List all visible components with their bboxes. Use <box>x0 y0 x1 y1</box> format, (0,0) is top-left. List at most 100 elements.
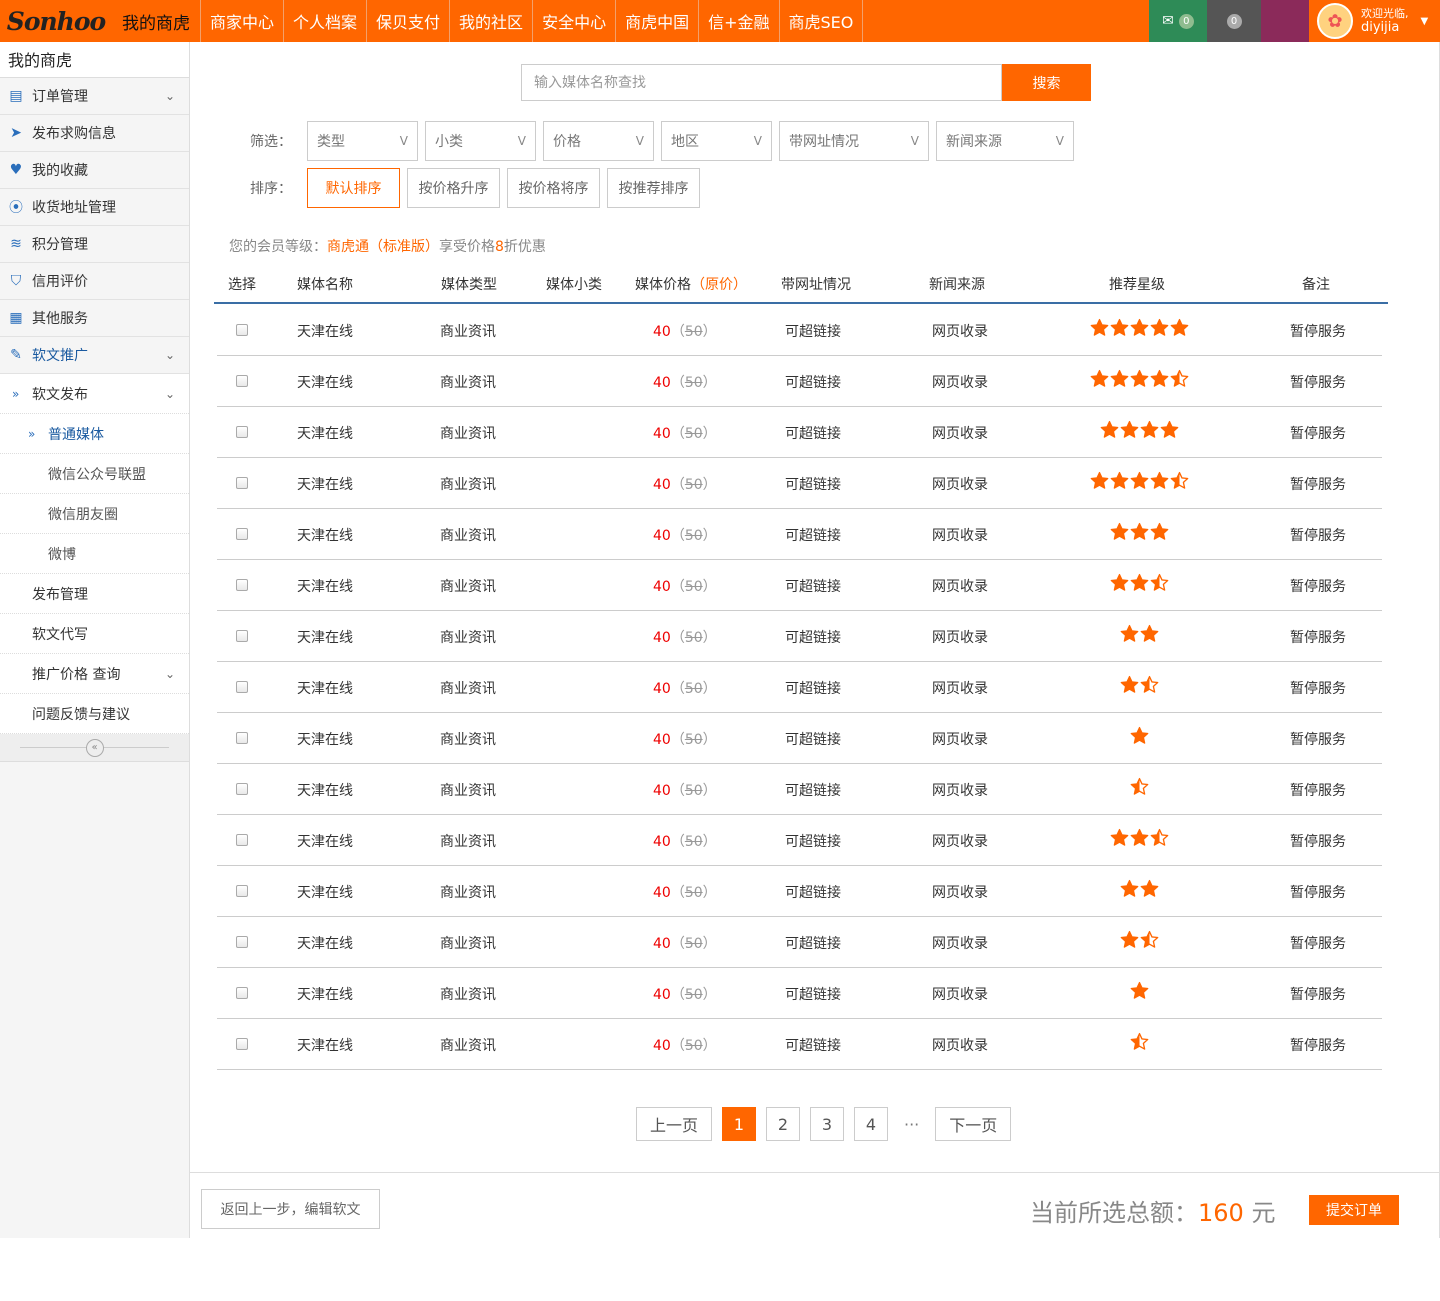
row-checkbox[interactable] <box>236 732 248 744</box>
logo[interactable]: Sonhoo <box>0 0 112 42</box>
filter-type-select[interactable]: 类型 V <box>307 121 418 161</box>
sidebar-item-address[interactable]: ⦿ 收货地址管理 <box>0 189 189 226</box>
sidebar-item-other-services[interactable]: ▦ 其他服务 <box>0 300 189 337</box>
nav-security[interactable]: 安全中心 <box>532 0 615 42</box>
sidebar-subitem-release[interactable]: » 软文发布 ⌄ <box>0 374 189 414</box>
media-price: 40（50） <box>653 834 717 850</box>
nav-profile[interactable]: 个人档案 <box>283 0 366 42</box>
sort-default-button[interactable]: 默认排序 <box>307 168 400 208</box>
star-icon <box>1120 879 1139 897</box>
sidebar-subitem-label: 微信公众号联盟 <box>48 466 146 483</box>
media-note: 暂停服务 <box>1290 477 1346 493</box>
table-row: 天津在线 商业资讯 40（50） 可超链接 网页收录 暂停服务 <box>217 458 1382 509</box>
sidebar-subitem-wechat-moments[interactable]: 微信朋友圈 <box>0 494 189 534</box>
chevron-down-icon: ⌄ <box>164 386 175 401</box>
sidebar-subitem-normal-media[interactable]: » 普通媒体 <box>0 414 189 454</box>
media-source: 网页收录 <box>932 732 988 748</box>
row-checkbox[interactable] <box>236 375 248 387</box>
sort-price-desc-button[interactable]: 按价格将序 <box>507 168 600 208</box>
sidebar-subitem-weibo[interactable]: 微博 <box>0 534 189 574</box>
row-checkbox[interactable] <box>236 987 248 999</box>
media-name: 天津在线 <box>297 324 353 340</box>
sort-price-asc-button[interactable]: 按价格升序 <box>407 168 500 208</box>
sidebar-subitem-publish-manage[interactable]: 发布管理 <box>0 574 189 614</box>
media-source: 网页收录 <box>932 579 988 595</box>
envelope-icon: ✉ <box>1162 13 1174 29</box>
page-button-4[interactable]: 4 <box>854 1107 888 1141</box>
rating-stars <box>1130 1032 1149 1051</box>
filter-price-select[interactable]: 价格 V <box>543 121 654 161</box>
nav-payment[interactable]: 保贝支付 <box>366 0 449 42</box>
row-checkbox[interactable] <box>236 885 248 897</box>
sidebar-item-favorites[interactable]: ♥ 我的收藏 <box>0 152 189 189</box>
submit-order-button[interactable]: 提交订单 <box>1309 1195 1399 1225</box>
media-price: 40（50） <box>653 1038 717 1054</box>
filter-url-select[interactable]: 带网址情况 V <box>779 121 929 161</box>
sort-recommend-button[interactable]: 按推荐排序 <box>607 168 700 208</box>
nav-seo[interactable]: 商虎SEO <box>778 0 864 42</box>
row-checkbox[interactable] <box>236 783 248 795</box>
star-icon <box>1130 726 1149 744</box>
search-input[interactable] <box>521 64 1002 101</box>
filter-source-select[interactable]: 新闻来源 V <box>936 121 1074 161</box>
next-page-button[interactable]: 下一页 <box>935 1107 1012 1141</box>
media-type: 商业资讯 <box>440 681 496 697</box>
page-button-3[interactable]: 3 <box>810 1107 844 1141</box>
nav-community[interactable]: 我的社区 <box>449 0 532 42</box>
row-checkbox[interactable] <box>236 936 248 948</box>
col-media-type: 媒体类型 <box>441 277 497 293</box>
pagination: 上一页 1 2 3 4 ··· 下一页 <box>636 1107 1012 1141</box>
sidebar-subitem-wechat-union[interactable]: 微信公众号联盟 <box>0 454 189 494</box>
user-menu[interactable]: ✿ 欢迎光临, diyijia ▼ <box>1309 0 1440 42</box>
row-checkbox[interactable] <box>236 630 248 642</box>
sidebar-item-label: 订单管理 <box>32 89 88 105</box>
media-type: 商业资讯 <box>440 834 496 850</box>
half-star-icon <box>1140 675 1159 693</box>
sidebar-item-orders[interactable]: ▤ 订单管理 ⌄ <box>0 78 189 115</box>
search-button[interactable]: 搜索 <box>1002 64 1091 101</box>
sidebar-item-points[interactable]: ≋ 积分管理 <box>0 226 189 263</box>
prev-page-button[interactable]: 上一页 <box>636 1107 712 1141</box>
row-checkbox[interactable] <box>236 834 248 846</box>
row-checkbox[interactable] <box>236 426 248 438</box>
chevron-down-icon: ⌄ <box>164 348 175 362</box>
media-type: 商业资讯 <box>440 885 496 901</box>
filter-region-select[interactable]: 地区 V <box>661 121 772 161</box>
col-source: 新闻来源 <box>929 277 985 293</box>
media-price: 40（50） <box>653 885 717 901</box>
row-checkbox[interactable] <box>236 528 248 540</box>
row-checkbox[interactable] <box>236 1038 248 1050</box>
filter-row: 筛选： 类型 V 小类 V 价格 V 地区 V 带网址情况 V 新闻来源 V <box>250 121 1074 161</box>
total-amount: 当前所选总额：160 元 <box>1030 1199 1276 1227</box>
row-checkbox[interactable] <box>236 477 248 489</box>
rating-stars <box>1120 675 1159 694</box>
nav-sonhoo-china[interactable]: 商虎中国 <box>615 0 698 42</box>
row-checkbox[interactable] <box>236 681 248 693</box>
half-star-icon <box>1130 777 1149 795</box>
toolbar-extra-button[interactable] <box>1261 0 1309 42</box>
row-checkbox[interactable] <box>236 324 248 336</box>
page-button-1[interactable]: 1 <box>722 1107 756 1141</box>
media-url: 可超链接 <box>785 630 841 646</box>
sidebar-subitem-ghostwrite[interactable]: 软文代写 <box>0 614 189 654</box>
media-name: 天津在线 <box>297 987 353 1003</box>
sidebar-collapse-toggle[interactable]: « <box>0 734 189 762</box>
nav-merchant-center[interactable]: 商家中心 <box>200 0 283 42</box>
back-edit-button[interactable]: 返回上一步，编辑软文 <box>201 1189 380 1229</box>
row-checkbox[interactable] <box>236 579 248 591</box>
sidebar-item-promotion[interactable]: ✎ 软文推广 ⌄ <box>0 337 189 374</box>
sidebar-subitem-feedback[interactable]: 问题反馈与建议 <box>0 694 189 734</box>
message-button[interactable]: 0 <box>1207 0 1261 42</box>
media-note: 暂停服务 <box>1290 426 1346 442</box>
page-button-2[interactable]: 2 <box>766 1107 800 1141</box>
sidebar-subitem-price-query[interactable]: 推广价格 查询 ⌄ <box>0 654 189 694</box>
mail-button[interactable]: ✉ 0 <box>1149 0 1207 42</box>
sidebar-subitem-label: 微信朋友圈 <box>48 506 118 523</box>
sidebar-title: 我的商虎 <box>0 42 189 78</box>
media-name: 天津在线 <box>297 528 353 544</box>
filter-subtype-select[interactable]: 小类 V <box>425 121 536 161</box>
sidebar-item-credit[interactable]: ⛉ 信用评价 <box>0 263 189 300</box>
site-title[interactable]: 我的商虎 <box>112 0 200 42</box>
nav-finance[interactable]: 信+金融 <box>698 0 778 42</box>
sidebar-item-purchase[interactable]: ➤ 发布求购信息 <box>0 115 189 152</box>
